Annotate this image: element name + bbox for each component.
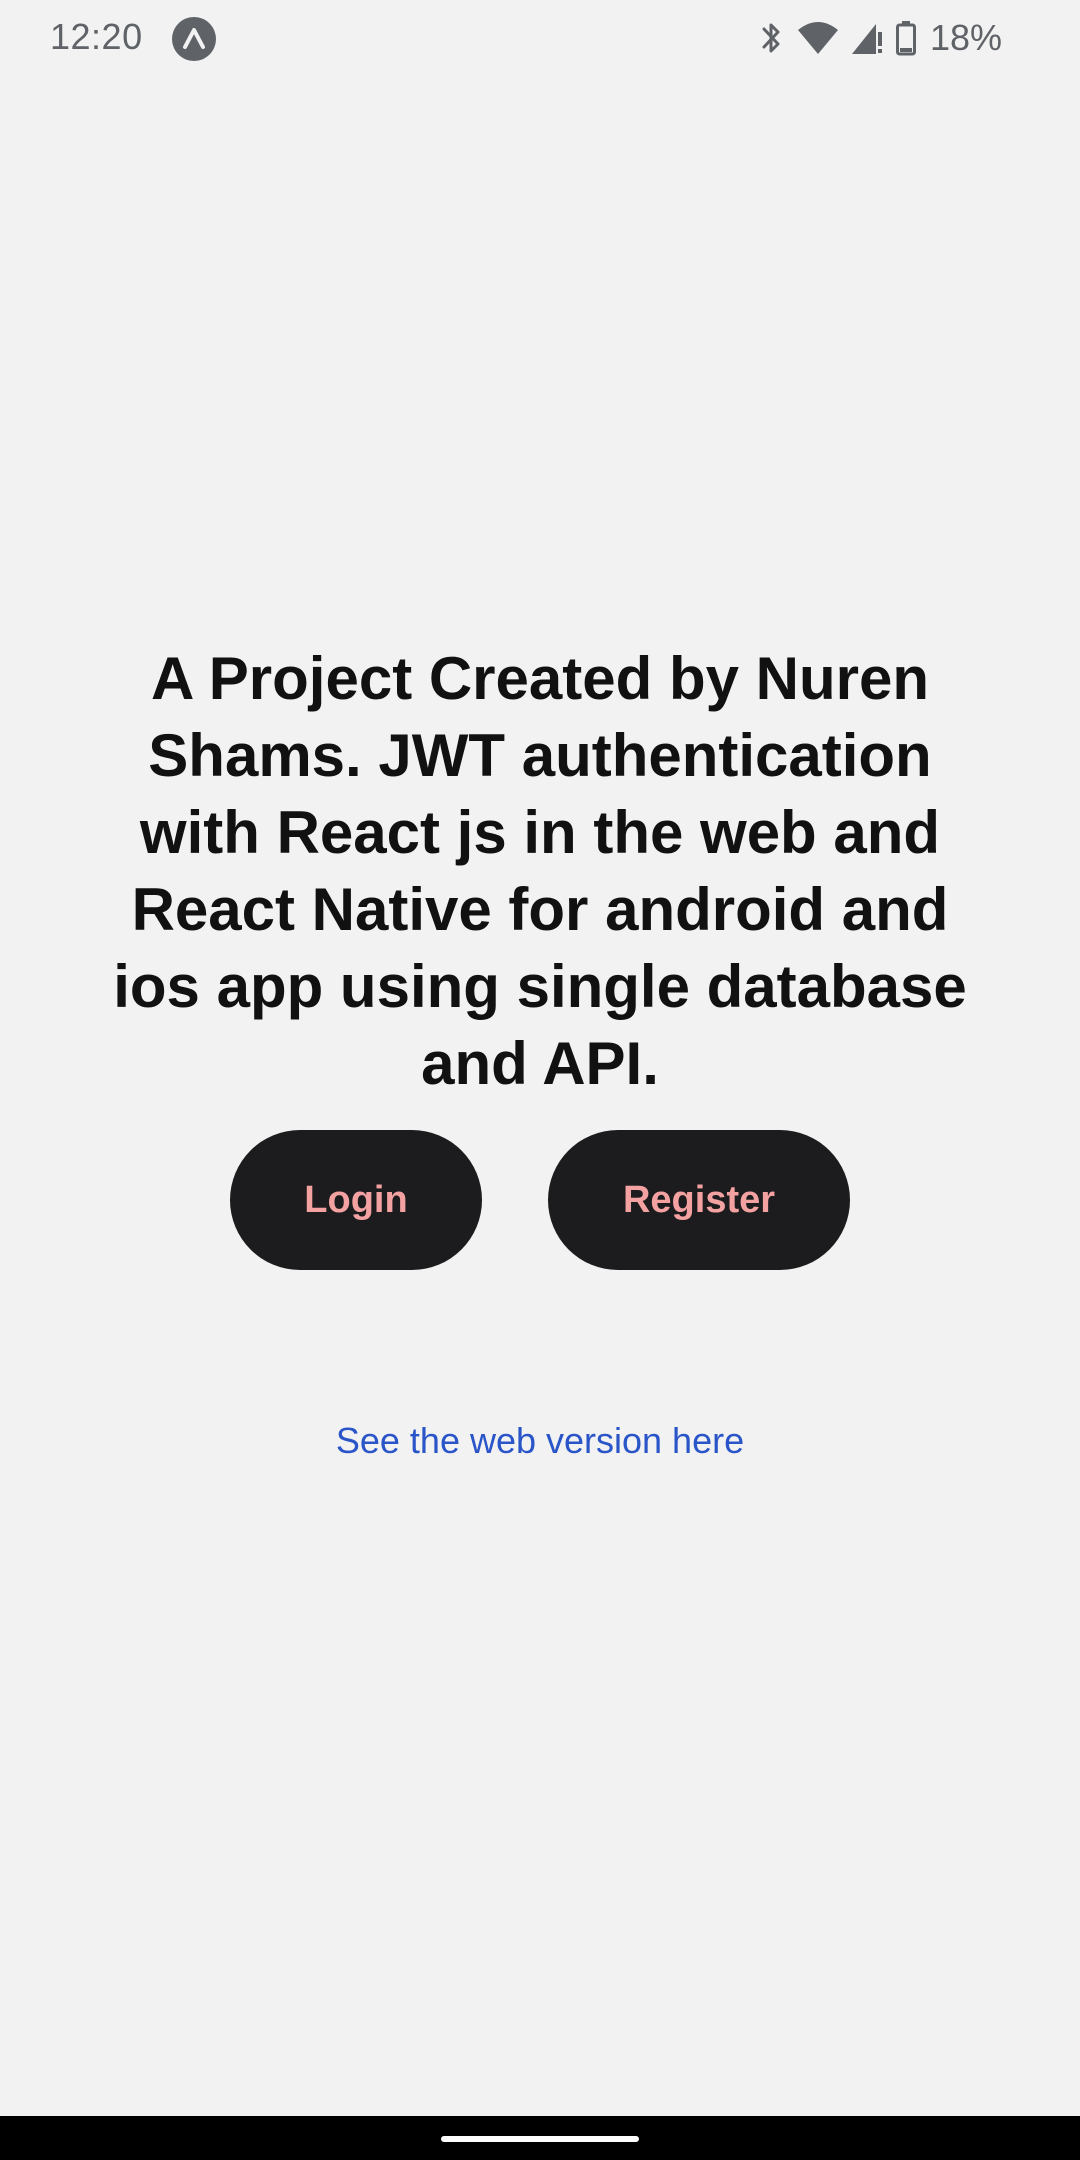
headline: A Project Created by Nuren Shams. JWT au…	[113, 645, 967, 1097]
battery-icon	[895, 21, 916, 56]
cell-signal-icon	[851, 24, 882, 54]
app-screen: 12:20 18% A Project Created by Nuren Sha…	[0, 0, 1080, 2160]
web-version-link[interactable]: See the web version here	[336, 1420, 744, 1462]
battery-percent: 18%	[929, 17, 1002, 58]
login-button[interactable]: Login	[230, 1130, 482, 1270]
bluetooth-icon	[762, 23, 780, 53]
register-button[interactable]: Register	[548, 1130, 850, 1270]
expo-app-icon	[172, 17, 216, 61]
home-gesture-handle[interactable]	[441, 2136, 639, 2142]
wifi-icon	[797, 22, 838, 54]
status-icons: 18%	[756, 16, 1002, 60]
button-row: Login Register	[0, 1130, 1080, 1270]
main-content: A Project Created by Nuren Shams. JWT au…	[0, 640, 1080, 1462]
status-time: 12:20	[50, 16, 143, 57]
navigation-bar	[0, 2116, 1080, 2160]
status-bar: 12:20 18%	[0, 0, 1080, 80]
